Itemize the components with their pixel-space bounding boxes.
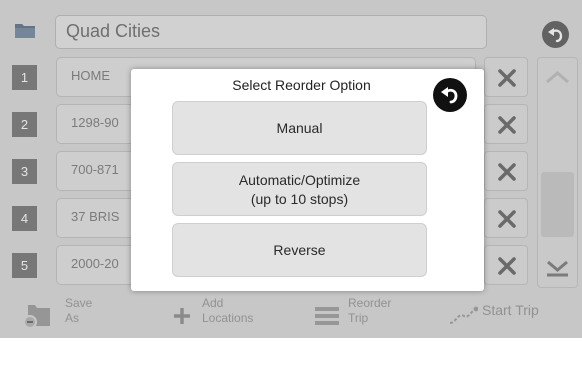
dialog-title: Select Reorder Option xyxy=(232,77,371,93)
trip-planner-screen: Quad Cities 1 HOME 2 1298-90 3 700-871 4… xyxy=(0,0,582,338)
automatic-option-label: Automatic/Optimize xyxy=(238,172,361,188)
automatic-option-sublabel: (up to 10 stops) xyxy=(250,191,349,207)
dialog-back-button[interactable] xyxy=(433,78,467,112)
bottom-margin xyxy=(0,338,582,366)
automatic-optimize-option-button[interactable]: Automatic/Optimize (up to 10 stops) xyxy=(172,162,427,216)
reverse-option-button[interactable]: Reverse xyxy=(172,223,427,277)
manual-option-button[interactable]: Manual xyxy=(172,101,427,155)
reorder-option-dialog: Select Reorder Option Manual Automatic/O… xyxy=(131,69,484,291)
back-arrow-icon xyxy=(441,87,458,104)
